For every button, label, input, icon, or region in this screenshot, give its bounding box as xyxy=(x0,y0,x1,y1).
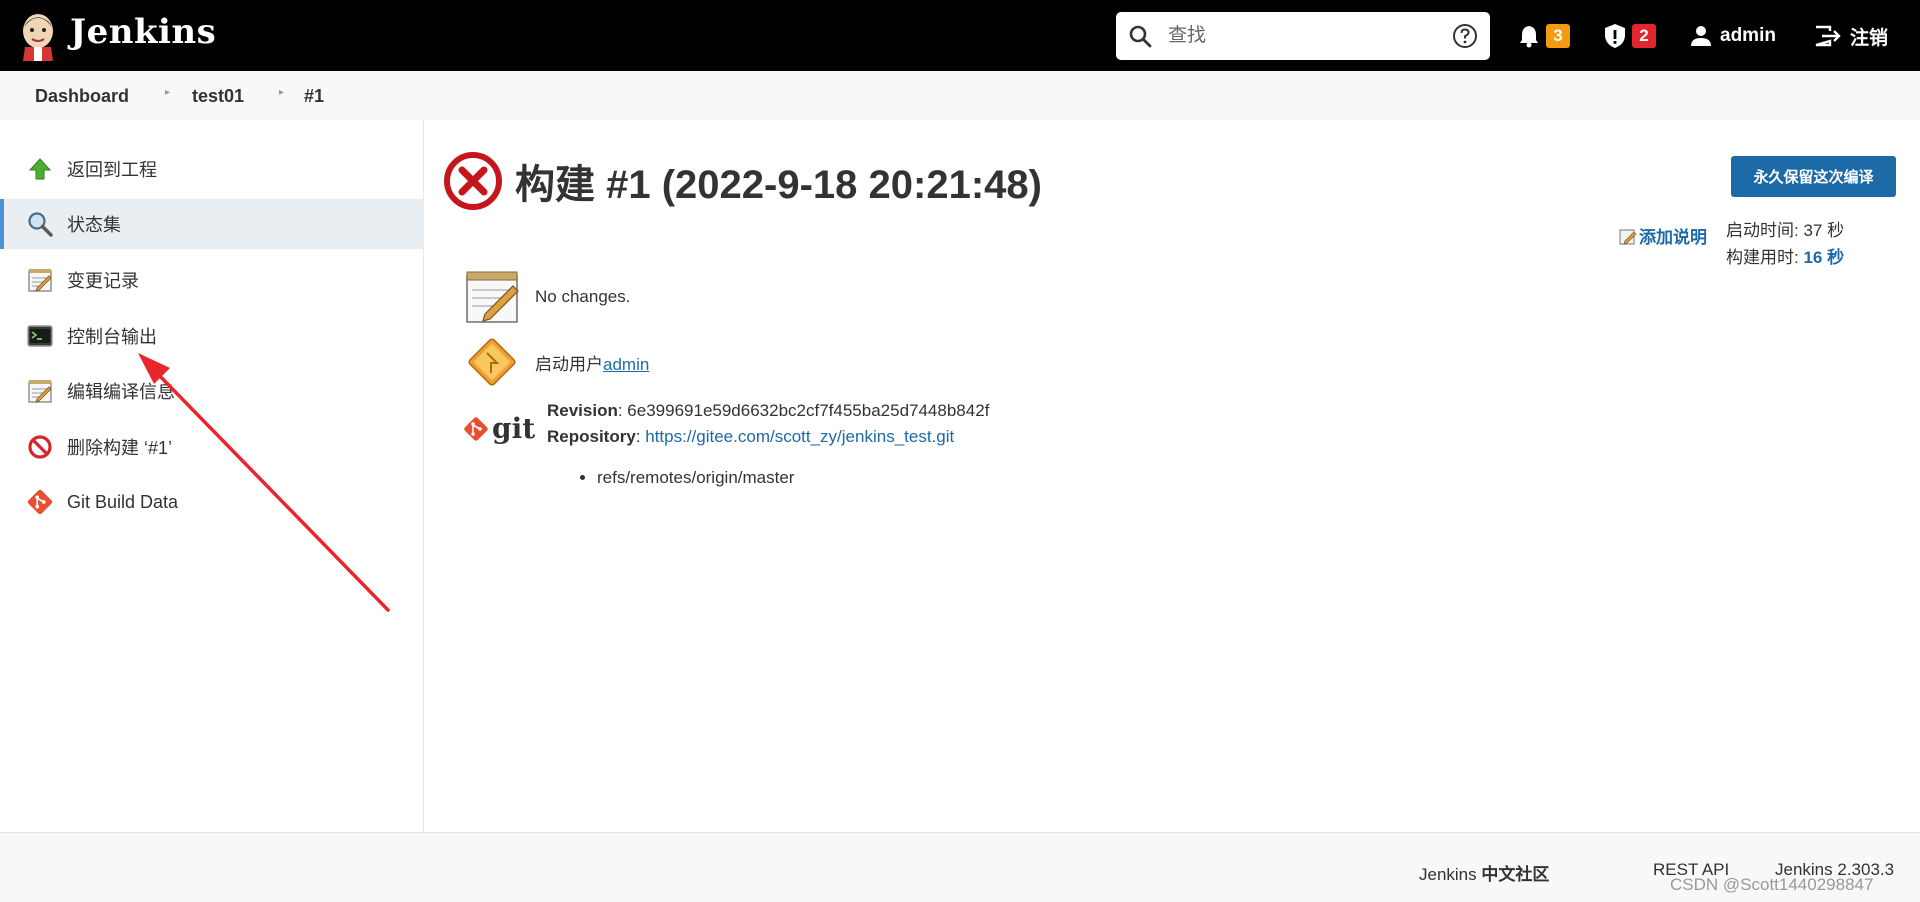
keep-build-forever-button[interactable]: 永久保留这次编译 xyxy=(1731,156,1896,197)
breadcrumb-job[interactable]: test01 xyxy=(192,86,244,107)
sidebar-item-label: 编辑编译信息 xyxy=(67,382,175,402)
started-by-text: 启动用户admin xyxy=(535,350,649,375)
breadcrumb-separator-icon: ▸ xyxy=(165,87,171,98)
community-bold: 中文社区 xyxy=(1481,865,1550,884)
breadcrumb-build[interactable]: #1 xyxy=(304,86,324,107)
search-icon xyxy=(1129,25,1152,48)
user-icon xyxy=(1691,26,1711,46)
up-arrow-icon xyxy=(27,156,53,182)
revision-value: : 6e399691e59d6632bc2cf7f455ba25d7448b84… xyxy=(617,401,990,420)
search-box xyxy=(1116,12,1490,60)
repository-separator: : xyxy=(635,427,646,446)
logout-label: 注销 xyxy=(1850,27,1889,49)
build-duration: 构建用时: 16 秒 xyxy=(1726,244,1844,271)
side-panel: 返回到工程 状态集 变更记录 控制台输出 编辑编译信息 删除构建 ‘#1’ Gi… xyxy=(0,120,424,832)
list-item: refs/remotes/origin/master xyxy=(597,468,794,488)
sidebar-item-label: 返回到工程 xyxy=(67,160,157,180)
duration-link[interactable]: 16 秒 xyxy=(1803,248,1844,267)
git-logo-text: git xyxy=(492,412,536,445)
breadcrumb-dashboard[interactable]: Dashboard xyxy=(35,86,129,107)
edit-description-icon xyxy=(1619,229,1637,245)
brand-title[interactable]: Jenkins xyxy=(70,12,216,52)
notepad-icon xyxy=(27,267,53,293)
notepad-icon xyxy=(27,378,53,404)
sidebar-item-git-build-data[interactable]: Git Build Data xyxy=(0,477,424,527)
security-count-badge: 2 xyxy=(1632,24,1656,48)
sidebar-item-label: 变更记录 xyxy=(67,271,139,291)
repository-label: Repository xyxy=(547,427,636,446)
user-menu[interactable]: admin xyxy=(1690,20,1776,52)
git-icon xyxy=(464,416,488,441)
user-cause-icon xyxy=(468,338,516,386)
sidebar-item-back-to-project[interactable]: 返回到工程 xyxy=(0,144,424,194)
git-icon xyxy=(27,489,53,515)
shield-icon xyxy=(1605,24,1625,48)
security-button[interactable]: 2 xyxy=(1604,20,1656,52)
sidebar-item-label: 控制台输出 xyxy=(67,327,157,347)
sidebar-item-label: Git Build Data xyxy=(67,491,179,512)
build-heading: 构建 #1 (2022-9-18 20:21:48) xyxy=(443,150,1042,212)
magnifier-icon xyxy=(27,211,53,237)
sidebar-item-edit-build-info[interactable]: 编辑编译信息 xyxy=(0,366,424,416)
started-by-summary: 启动用户admin xyxy=(463,333,649,391)
notepad-icon xyxy=(466,271,519,323)
sidebar-item-delete-build[interactable]: 删除构建 ‘#1’ xyxy=(0,422,424,472)
logout-button[interactable]: 注销 xyxy=(1814,20,1888,52)
failed-status-icon xyxy=(444,152,502,210)
bell-icon xyxy=(1520,26,1538,48)
logout-icon xyxy=(1815,25,1841,47)
git-revision: Revision: 6e399691e59d6632bc2cf7f455ba25… xyxy=(547,398,989,424)
search-input[interactable] xyxy=(1168,22,1438,50)
revision-label: Revision xyxy=(547,401,618,420)
breadcrumb-separator-icon: ▸ xyxy=(279,87,285,98)
terminal-icon xyxy=(27,323,53,349)
git-details: Revision: 6e399691e59d6632bc2cf7f455ba25… xyxy=(547,398,989,450)
notifications-count-badge: 3 xyxy=(1546,24,1570,48)
add-description-link[interactable]: 添加说明 xyxy=(1619,223,1707,248)
jenkins-logo-icon[interactable] xyxy=(19,11,57,61)
git-repository: Repository: https://gitee.com/scott_zy/j… xyxy=(547,424,989,450)
git-logo: git xyxy=(463,412,535,445)
duration-label: 构建用时: xyxy=(1726,248,1804,267)
page-title: 构建 #1 (2022-9-18 20:21:48) xyxy=(515,163,1042,207)
user-name: admin xyxy=(1720,25,1776,46)
sidebar-item-label: 删除构建 ‘#1’ xyxy=(67,438,173,458)
changes-summary: No changes. xyxy=(463,268,630,326)
build-timing: 启动时间: 37 秒 构建用时: 16 秒 xyxy=(1726,217,1844,271)
branch-list: refs/remotes/origin/master xyxy=(597,468,794,488)
sidebar-item-changes[interactable]: 变更记录 xyxy=(0,255,424,305)
top-bar: Jenkins 3 2 admin xyxy=(0,0,1920,71)
started-by-prefix: 启动用户 xyxy=(535,354,603,374)
started-ago: 启动时间: 37 秒 xyxy=(1726,221,1845,240)
sidebar-item-status[interactable]: 状态集 xyxy=(0,199,424,249)
no-entry-icon xyxy=(27,434,53,460)
sidebar-item-label: 状态集 xyxy=(67,215,121,235)
repository-link[interactable]: https://gitee.com/scott_zy/jenkins_test.… xyxy=(645,427,954,446)
breadcrumb: Dashboard ▸ test01 ▸ #1 xyxy=(0,71,1920,120)
page-footer: Jenkins 中文社区 REST API Jenkins 2.303.3 xyxy=(0,832,1920,902)
started-by-user-link[interactable]: admin xyxy=(603,355,649,374)
help-icon[interactable] xyxy=(1452,23,1478,49)
sidebar-item-console-output[interactable]: 控制台输出 xyxy=(0,311,424,361)
community-link[interactable]: Jenkins 中文社区 xyxy=(1419,860,1549,885)
csdn-watermark: CSDN @Scott1440298847 xyxy=(1670,875,1874,894)
add-description-label: 添加说明 xyxy=(1639,228,1707,247)
community-prefix: Jenkins xyxy=(1419,865,1482,884)
no-changes-text: No changes. xyxy=(535,287,631,306)
notifications-button[interactable]: 3 xyxy=(1518,20,1570,52)
